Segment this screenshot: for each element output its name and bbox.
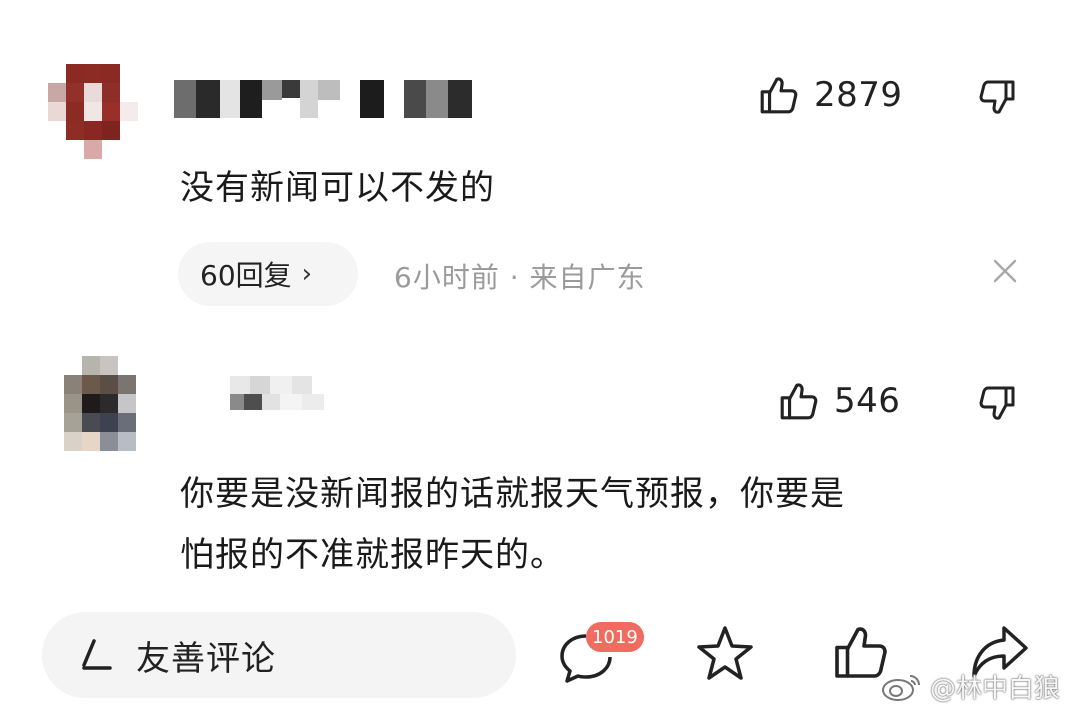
comment-input[interactable]: 友善评论	[42, 612, 516, 698]
comment-item: 546 你要是没新闻报的话就报天气预报，你要是 怕报的不准就报昨天的。	[0, 0, 1080, 600]
username-blurred[interactable]	[210, 376, 312, 396]
watermark-text: @林中白狼	[930, 674, 1061, 704]
username-blurred-lower	[230, 394, 324, 410]
thumbs-down-icon	[979, 386, 1015, 420]
favorite-button[interactable]	[694, 624, 756, 688]
star-icon	[697, 626, 753, 680]
avatar[interactable]	[64, 356, 136, 451]
input-placeholder: 友善评论	[136, 638, 276, 679]
comment-count-badge: 1019	[586, 622, 644, 652]
weibo-icon	[882, 674, 920, 701]
pencil-icon	[82, 639, 112, 670]
comment-text-line-1: 你要是没新闻报的话就报天气预报，你要是	[180, 474, 845, 514]
watermark: @林中白狼	[880, 668, 1060, 705]
dislike-button[interactable]	[976, 384, 1018, 428]
like-count: 546	[834, 381, 901, 421]
comment-text-line-2: 怕报的不准就报昨天的。	[180, 535, 565, 575]
thumbs-up-icon	[780, 383, 818, 420]
like-button[interactable]: 546	[778, 380, 900, 422]
